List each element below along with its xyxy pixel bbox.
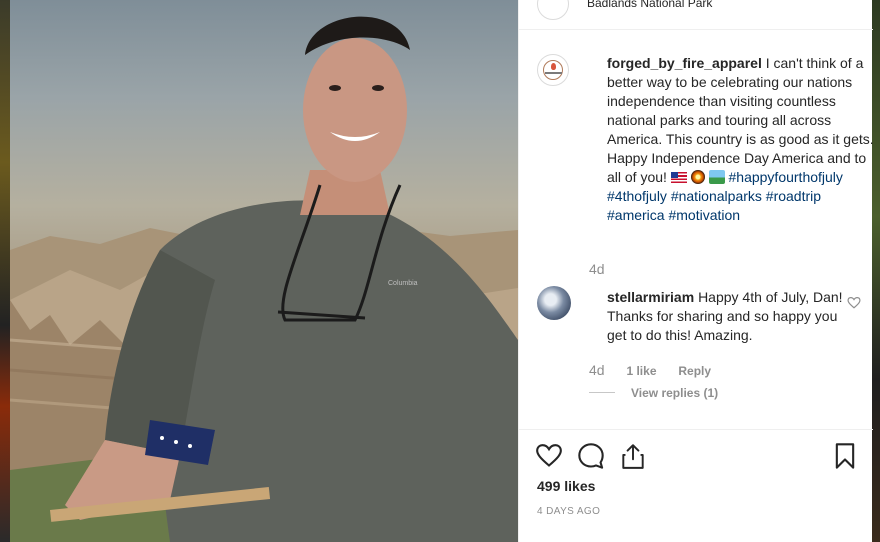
header-avatar[interactable] (537, 0, 569, 20)
commenter-username[interactable]: stellarmiriam (607, 289, 694, 305)
hashtag-link[interactable]: #roadtrip (766, 188, 821, 204)
hashtag-link[interactable]: #america (607, 207, 665, 223)
author-avatar[interactable] (537, 54, 569, 86)
comment-likes[interactable]: 1 like (626, 364, 656, 378)
fireworks-emoji (690, 170, 705, 184)
action-bar: 499 likes 4 DAYS AGO (519, 429, 873, 542)
heart-icon[interactable] (847, 296, 861, 309)
comment-time[interactable]: 4d (589, 362, 605, 378)
logo-bar (545, 72, 562, 74)
hashtag-link[interactable]: #4thofjuly (607, 188, 667, 204)
post-details-panel: Badlands National Park forged_by_fire_ap… (518, 0, 874, 542)
photo-illustration: Columbia (10, 16, 518, 542)
comment-meta: 4d 1 like Reply (589, 362, 729, 378)
view-replies-button[interactable]: View replies (1) (589, 386, 718, 400)
svg-text:Columbia: Columbia (388, 280, 418, 287)
post-header: Badlands National Park (519, 0, 873, 30)
reply-button[interactable]: Reply (678, 364, 711, 378)
heart-icon[interactable] (535, 442, 563, 468)
divider-line (589, 392, 615, 393)
flame-icon (551, 63, 556, 70)
comment-icon[interactable] (577, 442, 605, 470)
background-left (0, 0, 10, 542)
likes-count[interactable]: 499 likes (537, 478, 595, 494)
caption-text: forged_by_fire_apparel I can't think of … (607, 54, 877, 225)
national-park-emoji (708, 170, 725, 184)
caption-time[interactable]: 4d (589, 261, 605, 277)
comment-text: stellarmiriam Happy 4th of July, Dan! Th… (607, 288, 847, 345)
caption-body: I can't think of a better way to be cele… (607, 55, 874, 185)
hashtag-link[interactable]: #nationalparks (671, 188, 762, 204)
hashtag-link[interactable]: #happyfourthofjuly (729, 169, 843, 185)
post-timestamp[interactable]: 4 DAYS AGO (537, 506, 600, 517)
commenter-avatar[interactable] (537, 286, 571, 320)
hashtag-link[interactable]: #motivation (668, 207, 740, 223)
location-link[interactable]: Badlands National Park (587, 0, 712, 10)
us-flag-emoji (670, 172, 687, 183)
share-icon[interactable] (620, 442, 646, 470)
post-photo[interactable]: Columbia (10, 0, 518, 542)
bookmark-icon[interactable] (833, 442, 857, 470)
author-username[interactable]: forged_by_fire_apparel (607, 55, 762, 71)
view-replies-label: View replies (1) (631, 386, 719, 400)
